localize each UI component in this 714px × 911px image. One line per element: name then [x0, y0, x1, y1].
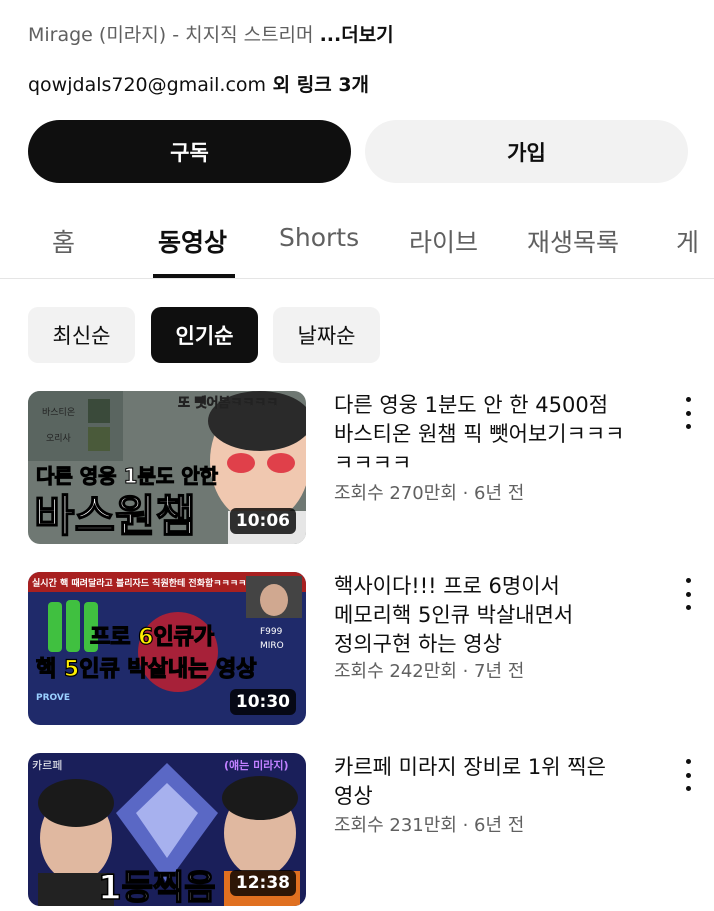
tab-playlists[interactable]: 재생목록 — [527, 223, 619, 259]
more-links-label[interactable]: 외 링크 3개 — [266, 74, 369, 96]
title-line: 핵사이다!!! 프로 6명이서 — [334, 574, 560, 598]
thumb-label: MIRO — [260, 641, 284, 651]
title-line: 바스티온 원챔 픽 뺏어보기ㅋㅋㅋ — [334, 422, 625, 446]
thumb-label: F999 — [260, 627, 283, 637]
thumb-headline: 핵 5인큐 박살내는 영상 — [36, 657, 256, 682]
chip-latest[interactable]: 최신순 — [28, 307, 135, 363]
tab-shorts[interactable]: Shorts — [279, 223, 359, 252]
tab-community[interactable]: 게 — [676, 223, 714, 259]
video-title[interactable]: 카르페 미라지 장비로 1위 찍은 영상 — [334, 753, 654, 811]
video-title[interactable]: 다른 영웅 1분도 안 한 4500점 바스티온 원챔 픽 뺏어보기ㅋㅋㅋ ㅋㅋ… — [334, 391, 654, 478]
video-meta: 조회수 231만회 · 6년 전 — [334, 815, 525, 836]
video-thumbnail[interactable]: 바스티온 오리사 또 뺏어봄ㅋㅋㅋㅋ 다른 영웅 1분도 안한 바스원챔 10:… — [28, 391, 306, 544]
link-email[interactable]: qowjdals720@gmail.com — [28, 74, 266, 96]
video-thumbnail[interactable]: 카르페 (얘는 미라지) 1등찍음 12:38 — [28, 753, 306, 906]
thumb-big-text: 바스원챔 — [34, 491, 196, 542]
channel-tabs: 홈 동영상 Shorts 라이브 재생목록 게 — [0, 205, 714, 279]
video-meta: 조회수 242만회 · 7년 전 — [334, 661, 525, 682]
thumb-caption: (얘는 미라지) — [224, 758, 288, 772]
thumb-label: PROVE — [36, 693, 70, 703]
more-link[interactable]: ...더보기 — [320, 24, 394, 46]
channel-description[interactable]: Mirage (미라지) - 치지직 스트리머 ...더보기 — [28, 20, 694, 47]
thumb-caption: 실시간 핵 때려달라고 블리자드 직원한테 전화함ㅋㅋㅋㅋ — [32, 577, 246, 589]
chip-popular[interactable]: 인기순 — [151, 307, 258, 363]
active-tab-indicator — [153, 274, 235, 278]
title-line: 다른 영웅 1분도 안 한 4500점 — [334, 393, 609, 417]
thumb-headline: 프로 6인큐가 — [90, 625, 214, 650]
thumb-label: 바스티온 — [42, 407, 75, 418]
thumb-headline: 다른 영웅 1분도 안한 — [36, 464, 219, 488]
tab-home[interactable]: 홈 — [52, 223, 75, 259]
title-line: 메모리핵 5인큐 박살내면서 — [334, 603, 574, 627]
channel-links[interactable]: qowjdals720@gmail.com 외 링크 3개 — [28, 70, 369, 97]
join-button[interactable]: 가입 — [365, 120, 688, 183]
video-duration: 12:38 — [229, 870, 296, 896]
chip-oldest[interactable]: 날짜순 — [273, 307, 380, 363]
more-options-icon[interactable] — [678, 576, 698, 612]
video-item[interactable]: 카르페 (얘는 미라지) 1등찍음 12:38 카르페 미라지 장비로 1위 찍… — [28, 753, 698, 908]
video-duration: 10:30 — [229, 689, 296, 715]
title-line: 정의구현 하는 영상 — [334, 632, 502, 656]
subscribe-button[interactable]: 구독 — [28, 120, 351, 183]
title-line: ㅋㅋㅋㅋ — [334, 451, 412, 475]
video-title[interactable]: 핵사이다!!! 프로 6명이서 메모리핵 5인큐 박살내면서 정의구현 하는 영… — [334, 572, 654, 659]
tab-live[interactable]: 라이브 — [409, 223, 478, 259]
title-line: 영상 — [334, 784, 373, 808]
tab-videos[interactable]: 동영상 — [158, 223, 227, 259]
title-line: 카르페 미라지 장비로 1위 찍은 — [334, 755, 606, 779]
video-item[interactable]: 바스티온 오리사 또 뺏어봄ㅋㅋㅋㅋ 다른 영웅 1분도 안한 바스원챔 10:… — [28, 391, 698, 546]
video-item[interactable]: 실시간 핵 때려달라고 블리자드 직원한테 전화함ㅋㅋㅋㅋ 프로 6인큐가 핵 … — [28, 572, 698, 727]
thumb-big-text: 1등찍음 — [98, 868, 216, 906]
video-thumbnail[interactable]: 실시간 핵 때려달라고 블리자드 직원한테 전화함ㅋㅋㅋㅋ 프로 6인큐가 핵 … — [28, 572, 306, 725]
thumb-caption: 또 뺏어봄ㅋㅋㅋㅋ — [178, 395, 278, 411]
thumb-label: 오리사 — [46, 433, 72, 444]
video-meta: 조회수 270만회 · 6년 전 — [334, 483, 525, 504]
thumb-label: 카르페 — [32, 759, 62, 772]
video-duration: 10:06 — [229, 508, 296, 534]
description-preview: Mirage (미라지) - 치지직 스트리머 — [28, 24, 320, 46]
more-options-icon[interactable] — [678, 395, 698, 431]
more-options-icon[interactable] — [678, 757, 698, 793]
